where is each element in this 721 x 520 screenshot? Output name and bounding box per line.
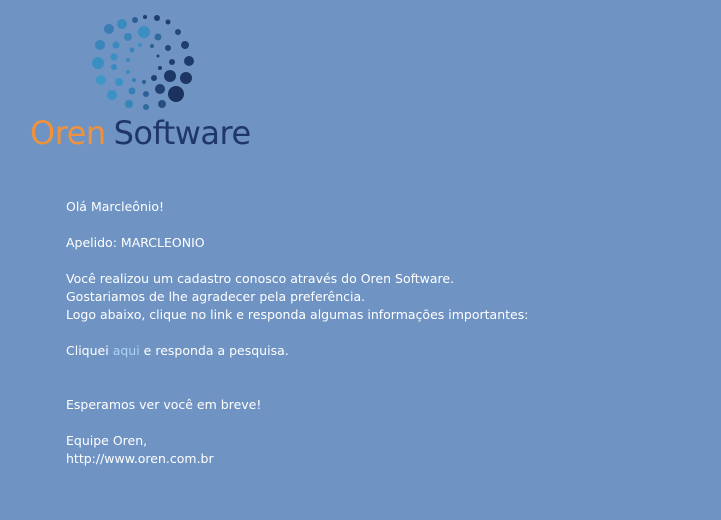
signature-url: http://www.oren.com.br	[66, 451, 214, 466]
body-line-3: Logo abaixo, clique no link e responda a…	[66, 307, 529, 322]
closing-line: Esperamos ver você em breve!	[66, 397, 262, 412]
nickname-value: MARCLEONIO	[120, 235, 205, 250]
dot-circle-logo-icon	[92, 15, 194, 110]
logo-word-oren: Oren	[30, 114, 106, 152]
cta-suffix: e responda a pesquisa.	[143, 343, 289, 358]
nickname-label: Apelido:	[66, 235, 117, 250]
signature-team: Equipe Oren,	[66, 433, 148, 448]
survey-call-to-action: Cliquei aqui e responda a pesquisa.	[66, 342, 706, 360]
logo-word-software: Software	[113, 114, 252, 152]
body-line-1: Você realizou um cadastro conosco atravé…	[66, 271, 455, 286]
cta-prefix: Cliquei	[66, 343, 109, 358]
nickname-line: Apelido: MARCLEONIO	[66, 234, 706, 252]
oren-software-logo: Oren Software	[28, 12, 278, 157]
greeting: Olá Marcleônio!	[66, 199, 164, 214]
email-message-body: Olá Marcleônio! Apelido: MARCLEONIO Você…	[66, 198, 706, 468]
logo-wordmark: Oren Software	[30, 113, 251, 153]
survey-link[interactable]: aqui	[113, 343, 140, 358]
body-line-2: Gostariamos de lhe agradecer pela prefer…	[66, 289, 366, 304]
